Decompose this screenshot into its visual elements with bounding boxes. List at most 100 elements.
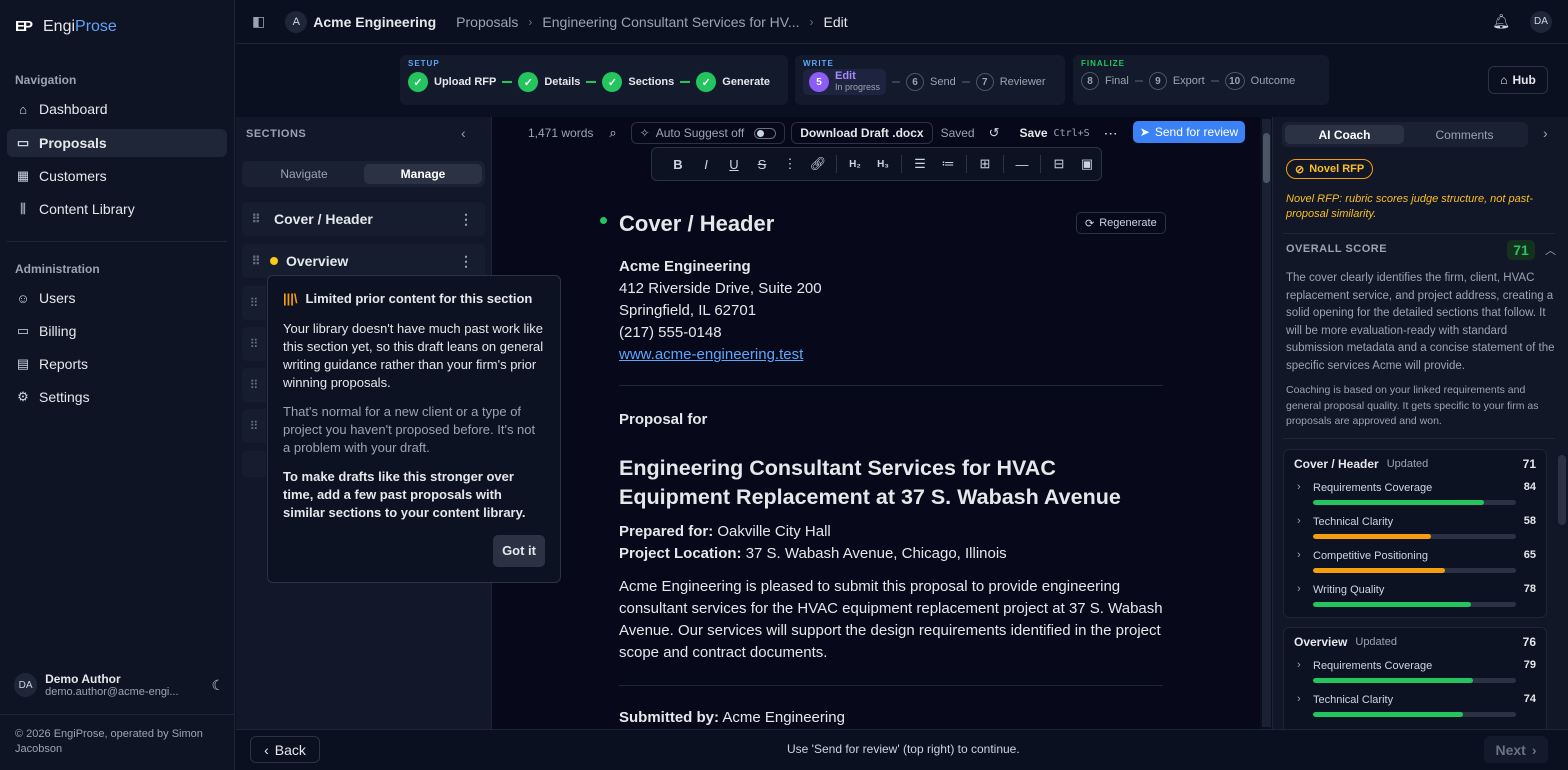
drag-handle-icon[interactable]: ⠿ — [242, 212, 270, 226]
sidebar-item-proposals[interactable]: ▭ Proposals — [7, 129, 227, 157]
sidebar-item-reports[interactable]: ▤ Reports — [7, 350, 227, 378]
bullet-list-icon[interactable]: ☰ — [906, 156, 934, 172]
editor-scrollbar[interactable] — [1262, 119, 1271, 727]
step-generate[interactable]: Generate — [722, 76, 770, 88]
numbered-list-icon[interactable]: ≔ — [934, 156, 962, 172]
drag-handle-icon[interactable]: ⠿ — [242, 286, 266, 320]
card-status: Updated — [1386, 458, 1429, 470]
drag-handle-icon[interactable]: ⠿ — [242, 409, 266, 443]
breadcrumb-proposal[interactable]: Engineering Consultant Services for HV..… — [542, 14, 799, 30]
top-bar: ◧ A Acme Engineering Proposals › Enginee… — [236, 0, 1568, 44]
page-break-icon[interactable]: ⊟ — [1045, 156, 1073, 172]
toggle-switch[interactable] — [754, 127, 777, 139]
history-icon[interactable]: ↺ — [989, 125, 1000, 141]
table-icon[interactable]: ⊞ — [971, 156, 999, 172]
sidebar-item-billing[interactable]: ▭ Billing — [7, 317, 227, 345]
proposal-title[interactable]: Engineering Consultant Services for HVAC… — [619, 454, 1163, 512]
step-send[interactable]: Send — [930, 76, 956, 88]
section-row-overview[interactable]: ⠿ Overview ⋮ — [242, 244, 485, 278]
underline-icon[interactable]: U — [720, 157, 748, 172]
cover-address-block[interactable]: Acme Engineering 412 Riverside Drive, Su… — [619, 256, 1163, 366]
save-button[interactable]: Save — [1020, 126, 1048, 140]
score-card-overview[interactable]: Overview Updated 76 › Requirements Coverage… — [1283, 627, 1547, 729]
tab-comments[interactable]: Comments — [1405, 125, 1524, 144]
step-upload-rfp[interactable]: Upload RFP — [434, 76, 496, 88]
chevron-right-icon[interactable]: › — [1543, 125, 1548, 141]
send-for-review-button[interactable]: ➤ Send for review — [1133, 121, 1245, 143]
step-final[interactable]: Final — [1105, 75, 1129, 87]
metric-row[interactable]: › Writing Quality 78 — [1284, 580, 1546, 614]
search-icon[interactable]: ⌕ — [609, 125, 616, 141]
collapse-chevron-icon[interactable]: ‹ — [461, 125, 466, 141]
sidebar-toggle-icon[interactable]: ◧ — [252, 13, 265, 30]
more-vertical-icon[interactable]: ⋮ — [776, 156, 804, 172]
bold-icon[interactable]: B — [664, 157, 692, 172]
step-reviewer[interactable]: Reviewer — [1000, 76, 1046, 88]
add-section-row[interactable] — [242, 451, 266, 477]
workspace-name[interactable]: Acme Engineering — [313, 14, 436, 30]
drag-handle-icon[interactable]: ⠿ — [242, 368, 266, 402]
got-it-button[interactable]: Got it — [493, 535, 545, 567]
metric-row[interactable]: › Competitive Positioning 65 — [1284, 546, 1546, 580]
drag-handle-icon[interactable]: ⠿ — [242, 254, 270, 268]
download-draft-button[interactable]: Download Draft .docx — [791, 122, 933, 144]
metric-row[interactable]: › Technical Clarity 58 — [1284, 512, 1546, 546]
link-icon[interactable]: 🔗︎ — [804, 156, 832, 172]
tab-ai-coach[interactable]: AI Coach — [1285, 125, 1404, 144]
image-icon[interactable]: ▣ — [1073, 156, 1101, 172]
metric-bar-fill — [1313, 500, 1484, 505]
next-button[interactable]: Next › — [1484, 736, 1548, 763]
coach-scrollbar-thumb[interactable] — [1558, 455, 1566, 525]
more-vertical-icon[interactable]: ⋮ — [459, 253, 473, 270]
refresh-icon: ⟳ — [1085, 217, 1095, 230]
bell-icon[interactable]: 🔔︎ — [1492, 13, 1510, 30]
divider — [7, 241, 227, 242]
heading2-icon[interactable]: H₂ — [841, 159, 869, 170]
user-avatar[interactable]: DA — [1530, 10, 1552, 33]
sidebar-item-users[interactable]: ☺ Users — [7, 284, 227, 312]
step-details[interactable]: Details — [544, 76, 580, 88]
metric-row[interactable]: › Requirements Coverage 84 — [1284, 478, 1546, 512]
home-icon: ⌂ — [19, 101, 27, 117]
chevron-up-icon[interactable]: ︿ — [1545, 242, 1556, 258]
building-icon: ▦ — [16, 168, 30, 183]
website-link[interactable]: www.acme-engineering.test — [619, 344, 1163, 366]
prepared-block[interactable]: Prepared for: Oakville City Hall Project… — [619, 521, 1163, 565]
metric-row[interactable]: › Requirements Coverage 79 — [1284, 656, 1546, 690]
step-export[interactable]: Export — [1173, 75, 1205, 87]
tab-manage[interactable]: Manage — [364, 164, 482, 184]
sidebar-item-dashboard[interactable]: ⌂ Dashboard — [7, 95, 227, 123]
sidebar-item-label: Reports — [39, 356, 89, 372]
italic-icon[interactable]: I — [692, 157, 720, 172]
step-outcome[interactable]: Outcome — [1251, 75, 1296, 87]
more-vertical-icon[interactable]: ⋮ — [459, 211, 473, 228]
back-button[interactable]: ‹ Back — [250, 736, 320, 763]
auto-suggest-toggle[interactable]: ✧ Auto Suggest off — [630, 122, 786, 144]
regenerate-button[interactable]: ⟳ Regenerate — [1076, 212, 1166, 234]
metric-row[interactable]: › Technical Clarity 74 — [1284, 690, 1546, 724]
strikethrough-icon[interactable]: S — [748, 157, 776, 172]
theme-toggle-moon-icon[interactable]: ☾ — [211, 677, 224, 694]
more-horizontal-icon[interactable]: ⋯ — [1104, 125, 1118, 142]
intro-paragraph[interactable]: Acme Engineering is pleased to submit th… — [619, 576, 1163, 664]
app-logo[interactable]: EP Engi Prose — [15, 18, 117, 36]
sidebar-item-settings[interactable]: ⚙ Settings — [7, 383, 227, 411]
submitted-block[interactable]: Submitted by: Acme Engineering — [619, 709, 1163, 726]
step-edit-current[interactable]: 5 Edit In progress — [803, 69, 887, 95]
user-profile[interactable]: DA Demo Author demo.author@acme-engi... … — [14, 672, 224, 698]
horizontal-rule-icon[interactable]: — — [1008, 157, 1036, 172]
heading3-icon[interactable]: H₃ — [869, 159, 897, 170]
score-card-cover[interactable]: Cover / Header Updated 71 › Requirements Co… — [1283, 449, 1547, 618]
step-group-label: SETUP — [408, 59, 440, 68]
regenerate-label: Regenerate — [1099, 217, 1157, 229]
section-row-cover[interactable]: ⠿ Cover / Header ⋮ — [242, 202, 485, 236]
hub-button[interactable]: ⌂ Hub — [1488, 66, 1548, 94]
tab-navigate[interactable]: Navigate — [245, 164, 363, 184]
sidebar-item-customers[interactable]: ▦ Customers — [7, 162, 227, 190]
users-icon: ☺ — [16, 290, 30, 306]
breadcrumb-proposals[interactable]: Proposals — [456, 14, 518, 30]
sidebar-item-content-library[interactable]: ⫼ Content Library — [7, 195, 227, 223]
step-sections[interactable]: Sections — [628, 76, 674, 88]
drag-handle-icon[interactable]: ⠿ — [242, 327, 266, 361]
proposal-for-label[interactable]: Proposal for — [619, 411, 1163, 428]
